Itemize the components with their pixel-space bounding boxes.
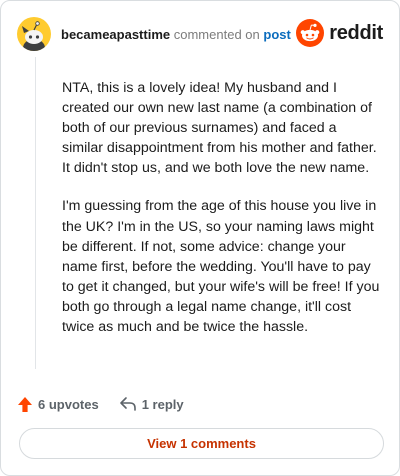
comment-meta: becameapasttime commented on post xyxy=(61,27,291,42)
comment-body: NTA, this is a lovely idea! My husband a… xyxy=(62,78,380,337)
comment-header: becameapasttime commented on post reddit xyxy=(17,17,383,51)
username-link[interactable]: becameapasttime xyxy=(61,27,170,42)
view-comments-button[interactable]: View 1 comments xyxy=(19,428,384,459)
reddit-logo-icon xyxy=(296,19,325,47)
comment-footer: 6 upvotes 1 reply xyxy=(17,393,184,415)
post-link[interactable]: post xyxy=(263,27,290,42)
upvote-arrow-icon xyxy=(18,396,32,412)
upvote-count: 6 upvotes xyxy=(38,396,99,412)
upvote-button[interactable]: 6 upvotes xyxy=(17,396,99,413)
comment-card: becameapasttime commented on post reddit… xyxy=(0,0,400,476)
reddit-brand[interactable]: reddit xyxy=(296,19,383,47)
reddit-wordmark: reddit xyxy=(329,21,383,44)
avatar[interactable] xyxy=(17,17,51,51)
action-text: commented on xyxy=(173,26,260,42)
reply-arrow-icon xyxy=(119,397,136,411)
comment-paragraph: NTA, this is a lovely idea! My husband a… xyxy=(62,80,377,177)
comment-paragraph: I'm guessing from the age of this house … xyxy=(62,198,380,336)
thread-line xyxy=(35,57,36,369)
snoo-avatar-icon xyxy=(22,21,45,51)
reply-button[interactable]: 1 reply xyxy=(119,396,184,412)
reply-count: 1 reply xyxy=(141,396,184,412)
